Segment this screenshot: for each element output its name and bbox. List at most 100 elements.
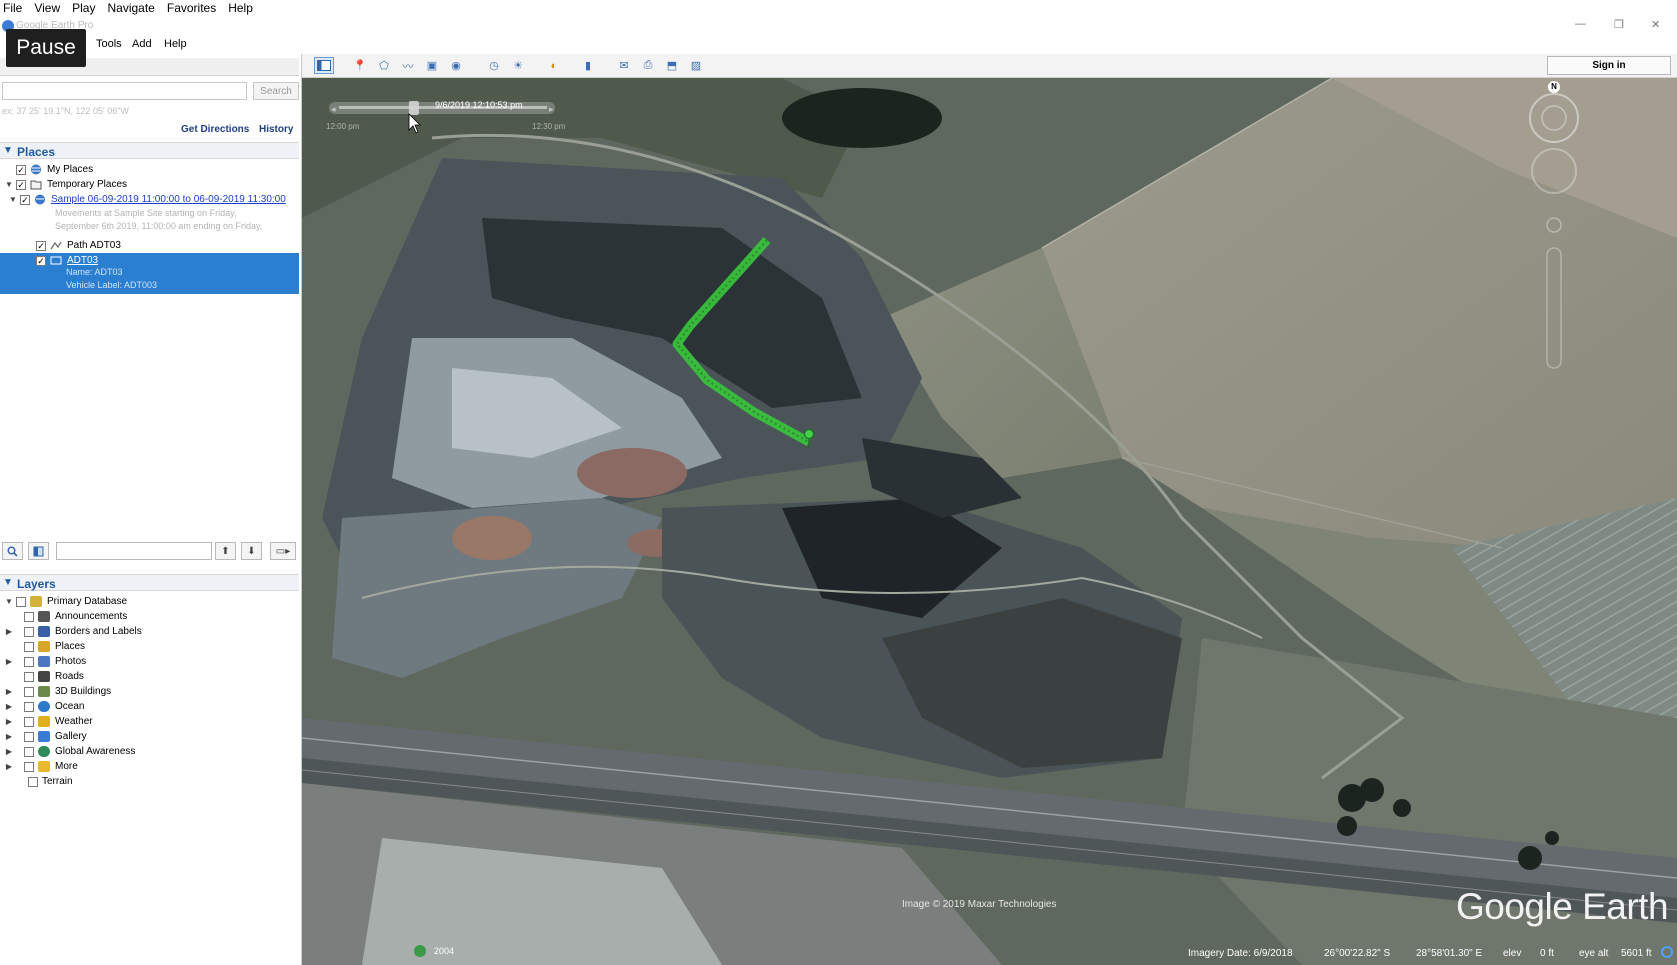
layer-item[interactable]: ▶ Ocean — [4, 699, 84, 714]
add-path-icon[interactable]: 〰 — [398, 57, 418, 74]
record-tour-icon[interactable]: ◉ — [446, 57, 466, 74]
expand-triangle-icon[interactable]: ▶ — [4, 732, 14, 741]
menu-file[interactable]: File — [0, 1, 28, 15]
sample-link[interactable]: Sample 06-09-2019 11:00:00 to 06-09-2019… — [51, 194, 286, 205]
checkbox[interactable]: ✓ — [36, 240, 46, 251]
collapse-triangle-icon[interactable]: ▼ — [3, 145, 13, 156]
checkbox[interactable] — [24, 761, 34, 772]
print-icon[interactable]: ⎙ — [638, 57, 658, 74]
minimize-icon[interactable]: — — [1575, 18, 1586, 30]
layer-item[interactable]: Terrain — [16, 774, 73, 789]
view-in-maps-icon[interactable]: ▨ — [686, 57, 706, 74]
collapse-triangle-icon[interactable]: ▼ — [3, 577, 13, 588]
layer-item[interactable]: ▼ Primary Database — [4, 594, 127, 609]
layer-item[interactable]: Announcements — [4, 609, 127, 624]
expand-triangle-icon[interactable]: ▼ — [8, 195, 18, 204]
layer-item[interactable]: ▶ More — [4, 759, 78, 774]
places-header[interactable]: ▼ Places — [0, 142, 299, 159]
add-overlay-icon[interactable]: ▣ — [422, 57, 442, 74]
panel-icon[interactable] — [28, 542, 49, 560]
adt03-link[interactable]: ADT03 — [67, 255, 98, 266]
expand-triangle-icon[interactable]: ▼ — [4, 597, 14, 606]
checkbox[interactable]: ✓ — [20, 194, 30, 205]
layer-item[interactable]: ▶ Photos — [4, 654, 86, 669]
checkbox[interactable] — [28, 776, 38, 787]
menu-add[interactable]: Add — [132, 38, 152, 50]
expand-triangle-icon[interactable]: ▼ — [4, 180, 14, 189]
add-polygon-icon[interactable]: ⬠ — [374, 57, 394, 74]
layer-item[interactable]: ▶ Gallery — [4, 729, 87, 744]
menu-view[interactable]: View — [28, 1, 66, 15]
get-directions-link[interactable]: Get Directions — [181, 124, 249, 135]
places-icon — [38, 641, 50, 652]
layer-item[interactable]: Places — [4, 639, 85, 654]
filter-input[interactable] — [56, 542, 212, 560]
add-placemark-icon[interactable]: 📍 — [350, 57, 370, 74]
map-toolbar: 📍 ⬠ 〰 ▣ ◉ ◷ ☀ ◐ ▮ ✉ ⎙ ⬒ ▨ Sign in — [302, 54, 1677, 78]
ruler-icon[interactable]: ▮ — [578, 57, 598, 74]
checkbox[interactable] — [24, 701, 34, 712]
longitude: 28°58'01.30" E — [1416, 948, 1483, 959]
email-icon[interactable]: ✉ — [614, 57, 634, 74]
checkbox[interactable] — [24, 641, 34, 652]
restore-icon[interactable]: ❐ — [1614, 18, 1624, 31]
layer-item[interactable]: ▶ Global Awareness — [4, 744, 135, 759]
tree-item-my-places[interactable]: ✓ My Places — [4, 162, 93, 177]
checkbox[interactable] — [24, 716, 34, 727]
tree-item-path[interactable]: ✓ Path ADT03 — [24, 238, 121, 253]
checkbox[interactable] — [24, 656, 34, 667]
tree-item-temporary-places[interactable]: ▼ ✓ Temporary Places — [4, 177, 127, 192]
search-hint: ex: 37 25' 19.1"N, 122 05' 06"W — [2, 106, 129, 116]
menu-help[interactable]: Help — [222, 1, 259, 15]
expand-triangle-icon[interactable]: ▶ — [4, 702, 14, 711]
expand-triangle-icon[interactable]: ▶ — [4, 657, 14, 666]
map-view[interactable]: ◂ ▸ 9/6/2019 12:10:53 pm 12:00 pm 12:30 … — [302, 78, 1677, 965]
sign-in-button[interactable]: Sign in — [1547, 56, 1671, 75]
expand-triangle-icon[interactable]: ▶ — [4, 717, 14, 726]
search-icon[interactable] — [2, 542, 23, 560]
selected-item-adt03[interactable]: ✓ ADT03 Name: ADT03 Vehicle Label: ADT00… — [0, 253, 299, 294]
expand-triangle-icon[interactable]: ▶ — [4, 762, 14, 771]
checkbox[interactable] — [24, 746, 34, 757]
expand-triangle-icon[interactable]: ▶ — [4, 687, 14, 696]
checkbox[interactable]: ✓ — [16, 164, 26, 175]
checkbox[interactable] — [24, 626, 34, 637]
tree-item-sample[interactable]: ▼ ✓ Sample 06-09-2019 11:00:00 to 06-09-… — [8, 192, 286, 207]
layers-header[interactable]: ▼ Layers — [0, 574, 299, 591]
save-image-icon[interactable]: ⬒ — [662, 57, 682, 74]
checkbox[interactable] — [24, 686, 34, 697]
sunlight-icon[interactable]: ☀ — [508, 57, 528, 74]
checkbox[interactable] — [24, 671, 34, 682]
menu-tools[interactable]: Tools — [96, 38, 122, 50]
planets-icon[interactable]: ◐ — [544, 57, 564, 74]
historical-imagery-icon[interactable]: ◷ — [484, 57, 504, 74]
arrow-up-icon[interactable]: ⬆ — [215, 542, 236, 560]
menu-favorites[interactable]: Favorites — [161, 1, 222, 15]
menu-play[interactable]: Play — [66, 1, 101, 15]
checkbox[interactable]: ✓ — [36, 255, 46, 266]
history-link[interactable]: History — [259, 124, 293, 135]
expand-triangle-icon[interactable]: ▶ — [4, 747, 14, 756]
layer-item[interactable]: ▶ Weather — [4, 714, 93, 729]
sample-description-line1: Movements at Sample Site starting on Fri… — [55, 208, 237, 218]
checkbox[interactable] — [16, 596, 26, 607]
checkbox[interactable] — [24, 731, 34, 742]
layer-label: 3D Buildings — [55, 686, 112, 697]
expand-triangle-icon[interactable]: ▶ — [4, 627, 14, 636]
search-button[interactable]: Search — [253, 82, 299, 100]
compass-north-icon[interactable]: N — [1548, 81, 1560, 93]
search-input[interactable] — [2, 82, 247, 100]
menu-navigate[interactable]: Navigate — [101, 1, 160, 15]
layer-item[interactable]: ▶ 3D Buildings — [4, 684, 111, 699]
close-icon[interactable]: ✕ — [1651, 18, 1660, 31]
layer-item[interactable]: ▶ Borders and Labels — [4, 624, 142, 639]
checkbox[interactable] — [24, 611, 34, 622]
checkbox[interactable]: ✓ — [16, 179, 26, 190]
eye-altitude-label: eye alt — [1579, 948, 1609, 959]
menu-app-help[interactable]: Help — [164, 38, 187, 50]
arrow-down-icon[interactable]: ⬇ — [241, 542, 262, 560]
sidebar-toggle-icon[interactable] — [314, 57, 334, 74]
layer-label: Borders and Labels — [55, 626, 142, 637]
folder-menu-icon[interactable]: ▭▸ — [270, 542, 296, 560]
layer-item[interactable]: Roads — [4, 669, 84, 684]
